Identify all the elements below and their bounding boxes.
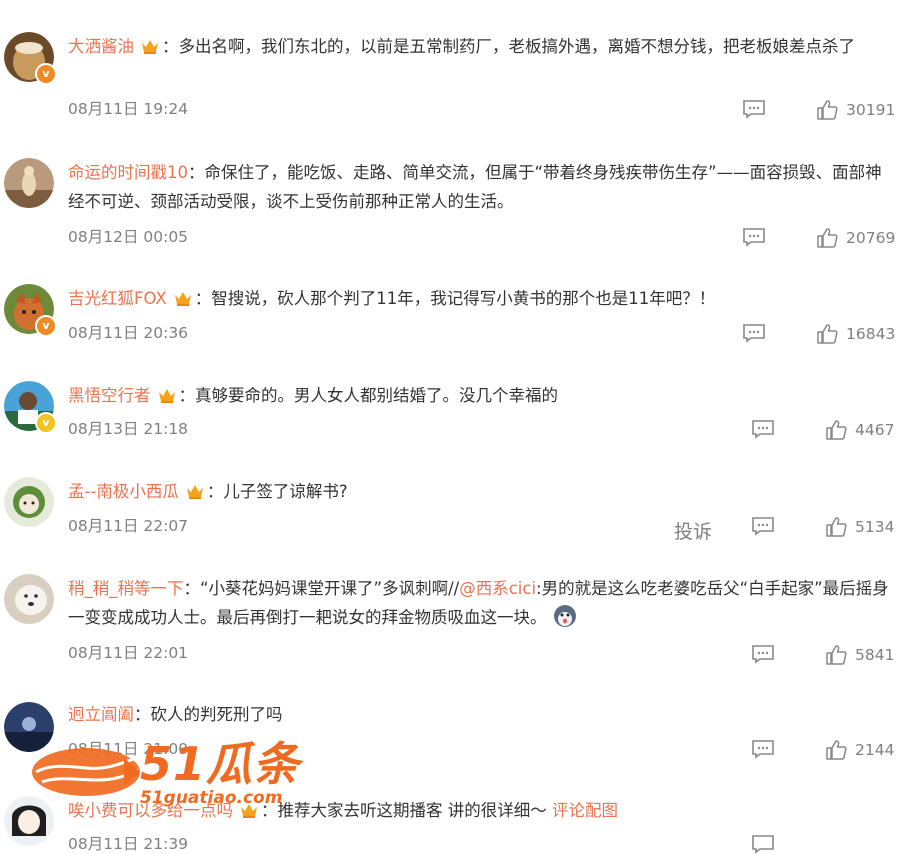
verified-badge-icon: v [35, 412, 57, 434]
avatar[interactable] [4, 158, 54, 208]
like-icon[interactable] [825, 644, 847, 666]
reply-icon[interactable] [751, 419, 775, 439]
like-count: 5134 [855, 518, 895, 536]
watermark-url: 51guatiao.com [140, 788, 283, 808]
like-icon[interactable] [825, 419, 847, 441]
crown-icon [142, 40, 158, 54]
reply-icon[interactable] [742, 227, 766, 247]
comment-text: ：儿子签了谅解书? [206, 482, 348, 501]
username-link[interactable]: 迥立阊阖 [68, 705, 134, 724]
comment-time: 08月11日 20:36 [68, 324, 189, 342]
reply-icon[interactable] [742, 99, 766, 119]
avatar[interactable] [4, 477, 54, 527]
mention-link[interactable]: @西系cici [459, 579, 536, 598]
husky-emoji-icon [553, 605, 576, 627]
like-icon[interactable] [825, 739, 847, 761]
comment-text: ：“小葵花妈妈课堂开课了”多讽刺啊// [183, 579, 460, 598]
comment-text: ：真够要命的。男人女人都别结婚了。没几个幸福的 [178, 386, 559, 405]
reply-icon[interactable] [751, 834, 775, 854]
username-link[interactable]: 孟--南极小西瓜 [68, 482, 179, 501]
like-icon[interactable] [825, 516, 847, 538]
reply-icon[interactable] [742, 323, 766, 343]
comment-content: 孟--南极小西瓜 ：儿子签了谅解书? [68, 477, 898, 506]
comment-time: 08月11日 22:07 [68, 517, 189, 535]
comment-time: 08月11日 22:01 [68, 644, 189, 662]
comment-content: 稍_稍_稍等一下：“小葵花妈妈课堂开课了”多讽刺啊//@西系cici:男的就是这… [68, 574, 898, 632]
verified-badge-icon: v [35, 63, 57, 85]
comment-content: 吉光红狐FOX ：智搜说，砍人那个判了11年，我记得写小黄书的那个也是11年吧？！ [68, 284, 898, 313]
comment-time: 08月12日 00:05 [68, 228, 189, 246]
like-count: 5841 [855, 646, 895, 664]
avatar[interactable]: v [4, 32, 57, 85]
username-link[interactable]: 黑悟空行者 [68, 386, 151, 405]
like-icon[interactable] [816, 227, 838, 249]
comment-content: 命运的时间戳10：命保住了，能吃饭、走路、简单交流，但属于“带着终身残疾带伤生存… [68, 158, 898, 216]
comment-text: ：多出名啊，我们东北的，以前是五常制药厂，老板搞外遇，离婚不想分钱，把老板娘差点… [162, 37, 855, 56]
comment-content: 黑悟空行者 ：真够要命的。男人女人都别结婚了。没几个幸福的 [68, 381, 898, 410]
comment-text: ：智搜说，砍人那个判了11年，我记得写小黄书的那个也是11年吧？！ [194, 289, 716, 308]
watermark-brand: 51瓜条 [140, 737, 301, 791]
reply-icon[interactable] [751, 516, 775, 536]
like-count: 4467 [855, 421, 895, 439]
comment-time: 08月11日 19:24 [68, 100, 189, 118]
avatar[interactable] [4, 574, 54, 624]
comment-image-link[interactable]: 评论配图 [552, 801, 618, 820]
avatar[interactable]: v [4, 381, 57, 434]
watermark-logo: 51瓜条 51guatiao.com [28, 724, 328, 820]
username-link[interactable]: 大洒酱油 [68, 37, 134, 56]
avatar[interactable]: v [4, 284, 57, 337]
comment-text: ：命保住了，能吃饭、走路、简单交流，但属于“带着终身残疾带伤生存”——面容损毁、… [68, 163, 882, 211]
crown-icon [158, 389, 175, 403]
comment-time: 08月13日 21:18 [68, 420, 189, 438]
crown-icon [186, 485, 203, 499]
like-count: 2144 [855, 741, 895, 759]
comment-text: ：砍人的判死刑了吗 [134, 705, 283, 724]
like-icon[interactable] [816, 99, 838, 121]
like-icon[interactable] [816, 323, 838, 345]
like-count: 30191 [846, 101, 896, 119]
username-link[interactable]: 稍_稍_稍等一下 [68, 579, 184, 598]
comment-content: 大洒酱油 ：多出名啊，我们东北的，以前是五常制药厂，老板搞外遇，离婚不想分钱，把老… [68, 32, 898, 61]
reply-icon[interactable] [751, 739, 775, 759]
comment-time: 08月11日 21:39 [68, 835, 189, 853]
like-count: 16843 [846, 325, 896, 343]
reply-icon[interactable] [751, 644, 775, 664]
username-link[interactable]: 命运的时间戳10 [68, 163, 188, 182]
like-count: 20769 [846, 229, 896, 247]
username-link[interactable]: 吉光红狐FOX [68, 289, 167, 308]
report-button[interactable]: 投诉 [674, 517, 712, 544]
verified-badge-icon: v [35, 315, 57, 337]
crown-icon [174, 292, 191, 306]
